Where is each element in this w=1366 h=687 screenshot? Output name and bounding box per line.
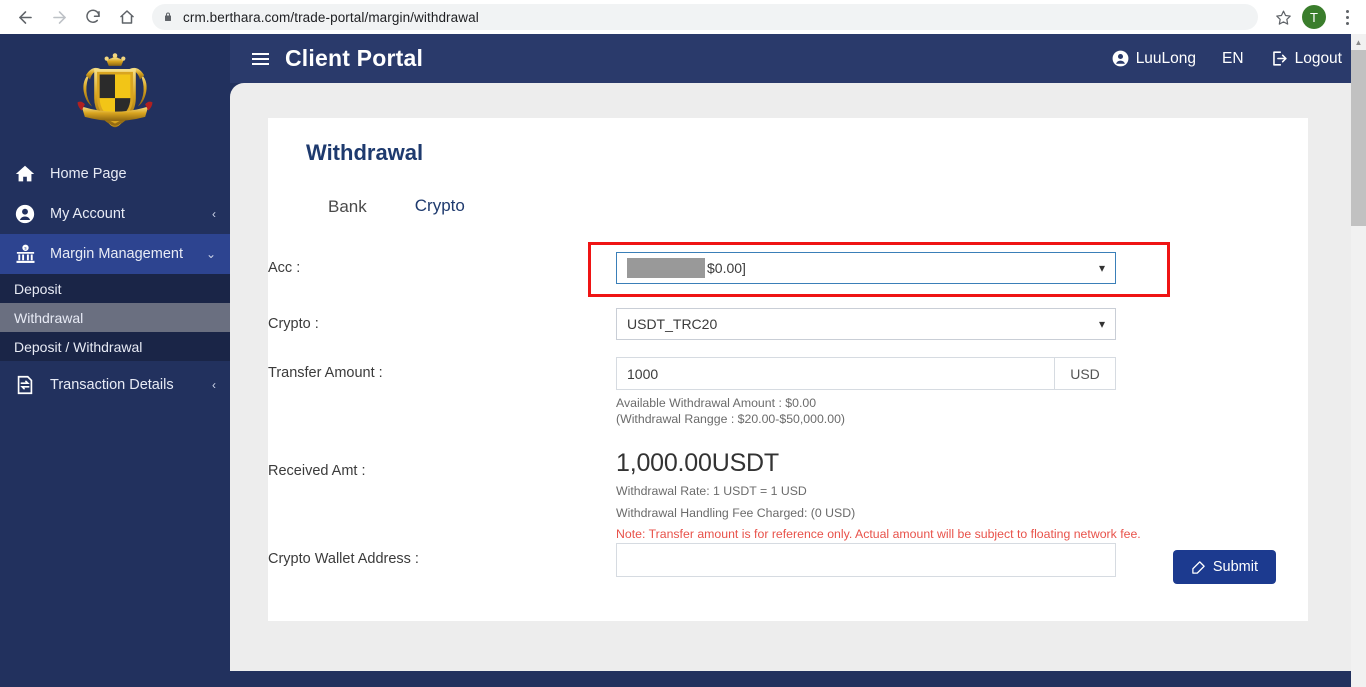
logout-label: Logout	[1294, 49, 1342, 67]
browser-toolbar: crm.berthara.com/trade-portal/margin/wit…	[0, 0, 1366, 34]
bank-icon: $	[8, 239, 42, 269]
back-button[interactable]	[8, 0, 42, 34]
redacted-account-name	[627, 258, 705, 278]
withdrawal-card: Withdrawal Bank Crypto Acc : $0.00] ▾ Cr…	[268, 118, 1308, 621]
transfer-doc-icon	[8, 370, 42, 400]
transfer-amount-input[interactable]: 1000	[616, 357, 1054, 390]
edit-pencil-icon	[1192, 560, 1205, 574]
form-row-received-amount: Received Amt : 1,000.00USDT Withdrawal R…	[268, 449, 1308, 543]
tab-label: Crypto	[414, 196, 465, 215]
sidebar-item-home-page[interactable]: Home Page	[0, 154, 230, 194]
user-circle-icon	[1112, 50, 1129, 67]
sidebar-subitem-label: Withdrawal	[14, 309, 84, 326]
received-amount-label: Received Amt :	[268, 463, 366, 479]
transfer-amount-group: 1000 USD	[616, 357, 1116, 390]
page-scrollbar[interactable]: ▲	[1351, 34, 1366, 687]
sidebar-item-label: Transaction Details	[50, 377, 174, 393]
top-right-controls: LuuLong EN Logout	[1111, 49, 1342, 68]
wallet-address-label: Crypto Wallet Address :	[268, 551, 419, 567]
form-row-crypto: Crypto : USDT_TRC20 ▾	[268, 308, 1308, 357]
sidebar-subitem-withdrawal[interactable]: Withdrawal	[0, 303, 230, 332]
forward-button[interactable]	[42, 0, 76, 34]
logout-button[interactable]: Logout	[1270, 49, 1342, 68]
language-label: EN	[1222, 49, 1244, 67]
crypto-selected-value: USDT_TRC20	[627, 316, 718, 332]
hamburger-icon	[252, 52, 269, 55]
brand-logo[interactable]	[0, 34, 230, 154]
page-title: Withdrawal	[306, 140, 424, 165]
crypto-select[interactable]: USDT_TRC20 ▾	[616, 308, 1116, 340]
portal-title: Client Portal	[285, 45, 424, 71]
account-select[interactable]: $0.00] ▾	[616, 252, 1116, 284]
tab-bank[interactable]: Bank	[306, 189, 389, 226]
chevron-left-icon: ‹	[212, 378, 216, 392]
star-icon	[1275, 10, 1291, 25]
top-navigation-bar: Client Portal LuuLong EN Logout	[230, 34, 1366, 83]
sidebar-subitem-deposit[interactable]: Deposit	[0, 274, 230, 303]
chevron-down-icon: ▾	[1098, 317, 1105, 331]
submit-button[interactable]: Submit	[1172, 550, 1276, 584]
lock-icon	[165, 12, 171, 21]
currency-unit-label: USD	[1054, 357, 1116, 390]
home-icon	[120, 10, 134, 24]
tab-label: Bank	[328, 197, 367, 216]
withdrawal-range-hint: (Withdrawal Rangge : $20.00-$50,000.00)	[616, 412, 845, 426]
profile-avatar[interactable]: T	[1302, 5, 1326, 29]
sidebar-toggle-button[interactable]	[252, 52, 269, 65]
tab-bar: Bank Crypto	[306, 187, 1308, 226]
account-label: Acc :	[268, 260, 301, 276]
chevron-down-icon: ⌄	[205, 247, 216, 261]
user-name-label: LuuLong	[1135, 49, 1197, 67]
crypto-label: Crypto :	[268, 316, 319, 332]
reload-button[interactable]	[76, 0, 110, 34]
home-icon	[8, 159, 42, 189]
scrollbar-thumb[interactable]	[1351, 50, 1366, 226]
transfer-amount-label: Transfer Amount :	[268, 365, 383, 381]
wallet-address-input[interactable]	[616, 543, 1116, 577]
sidebar-subitem-deposit-withdrawal[interactable]: Deposit / Withdrawal	[0, 332, 230, 361]
chevron-down-icon: ▾	[1098, 261, 1105, 275]
browser-menu-button[interactable]	[1334, 2, 1360, 32]
tab-crypto[interactable]: Crypto	[388, 187, 491, 226]
sidebar-subitem-label: Deposit	[14, 280, 62, 297]
sidebar: Home Page My Account ‹ $ Margin Manageme…	[0, 34, 230, 687]
content-region: Client Portal LuuLong EN Logout Withdraw…	[230, 34, 1366, 687]
sidebar-item-label: Home Page	[50, 166, 127, 182]
url-text: crm.berthara.com/trade-portal/margin/wit…	[183, 9, 479, 25]
handling-fee-line: Withdrawal Handling Fee Charged: (0 USD)	[616, 505, 856, 520]
network-fee-note: Note: Transfer amount is for reference o…	[616, 527, 1141, 542]
sidebar-item-label: My Account	[50, 206, 125, 222]
submit-label: Submit	[1212, 559, 1258, 575]
scroll-up-arrow-icon[interactable]: ▲	[1351, 34, 1366, 50]
form-row-account: Acc : $0.00] ▾	[268, 252, 1308, 308]
form-row-wallet-address: Crypto Wallet Address :	[268, 543, 1308, 599]
three-dot-menu-icon	[1345, 9, 1349, 13]
account-balance-text: $0.00]	[707, 260, 746, 276]
sidebar-item-margin-management[interactable]: $ Margin Management ⌄	[0, 234, 230, 274]
sidebar-item-transaction-details[interactable]: Transaction Details ‹	[0, 365, 230, 405]
withdrawal-rate-line: Withdrawal Rate: 1 USDT = 1 USD	[616, 484, 807, 498]
home-button[interactable]	[110, 0, 144, 34]
sidebar-item-my-account[interactable]: My Account ‹	[0, 194, 230, 234]
available-amount-hint: Available Withdrawal Amount : $0.00	[616, 396, 817, 410]
form-row-transfer-amount: Transfer Amount : 1000 USD Available Wit…	[268, 357, 1308, 449]
user-menu[interactable]: LuuLong	[1111, 49, 1196, 68]
address-bar[interactable]: crm.berthara.com/trade-portal/margin/wit…	[152, 4, 1258, 30]
bookmark-button[interactable]	[1266, 4, 1300, 30]
forward-arrow-icon	[52, 10, 66, 24]
page-area: Withdrawal Bank Crypto Acc : $0.00] ▾ Cr…	[230, 83, 1356, 687]
logout-icon	[1272, 51, 1287, 66]
language-selector[interactable]: EN	[1222, 50, 1244, 68]
reload-icon	[86, 9, 100, 23]
received-amount-value: 1,000.00USDT	[616, 449, 779, 477]
application-frame: Home Page My Account ‹ $ Margin Manageme…	[0, 34, 1366, 687]
footer-strip	[230, 671, 1366, 687]
user-circle-icon	[8, 199, 42, 229]
sidebar-subitem-label: Deposit / Withdrawal	[14, 338, 143, 355]
chevron-left-icon: ‹	[212, 207, 216, 221]
sidebar-item-label: Margin Management	[50, 246, 183, 262]
crypto-withdrawal-form: Acc : $0.00] ▾ Crypto : USDT_TRC20 ▾ Tra…	[268, 226, 1308, 599]
berthara-crest-logo-icon	[77, 53, 153, 128]
back-arrow-icon	[18, 10, 32, 24]
